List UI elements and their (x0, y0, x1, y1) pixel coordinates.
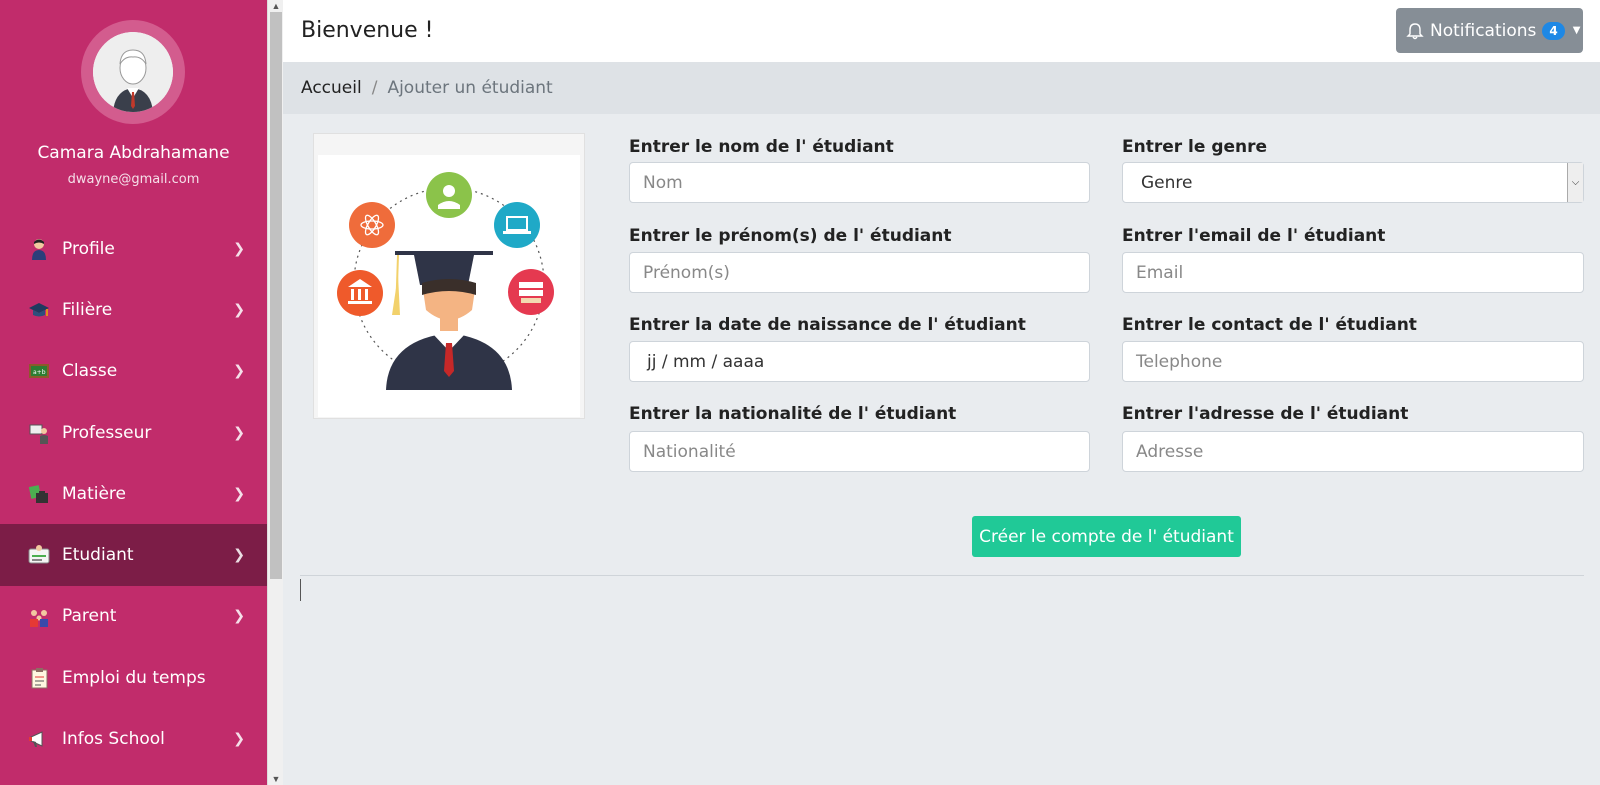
sidebar-item-emploi-du-temps[interactable]: Emploi du temps (0, 647, 267, 708)
adresse-input[interactable]: Adresse (1122, 431, 1584, 472)
sidebar-item-label: Professeur (62, 422, 152, 443)
breadcrumb: Accueil / Ajouter un étudiant (283, 62, 1600, 114)
graduation-cap-icon (28, 299, 50, 321)
divider (300, 575, 1584, 576)
sidebar-item-label: Profile (62, 238, 115, 259)
sidebar-item-infos-school[interactable]: Infos School ❯ (0, 708, 267, 769)
notifications-button[interactable]: Notifications 4 ▼ (1396, 8, 1583, 53)
genre-select-value: Genre (1141, 172, 1193, 193)
avatar[interactable] (93, 32, 173, 112)
sidebar-menu: Profile ❯ Filière ❯ a+b Classe ❯ Profess… (0, 218, 267, 770)
chevron-right-icon: ❯ (233, 301, 245, 318)
chevron-right-icon: ❯ (233, 608, 245, 625)
user-avatar-icon (93, 32, 173, 112)
chevron-right-icon: ❯ (233, 363, 245, 380)
breadcrumb-home[interactable]: Accueil (301, 78, 362, 98)
id-card-icon (28, 544, 50, 566)
sidebar-item-etudiant[interactable]: Etudiant ❯ (0, 524, 267, 586)
sidebar-item-label: Etudiant (62, 545, 134, 566)
person-icon (28, 238, 50, 260)
sidebar-item-label: Parent (62, 606, 117, 627)
sidebar-item-matiere[interactable]: Matière ❯ (0, 463, 267, 524)
student-illustration-frame (313, 133, 585, 419)
scroll-up-icon[interactable]: ▲ (268, 0, 284, 12)
svg-text:a+b: a+b (33, 369, 46, 376)
schedule-icon (28, 667, 50, 689)
sidebar-scrollbar[interactable]: ▲ ▼ (267, 0, 283, 785)
megaphone-icon (28, 728, 50, 750)
teacher-icon (28, 422, 50, 444)
scroll-down-icon[interactable]: ▼ (268, 773, 284, 785)
chevron-right-icon: ❯ (233, 547, 245, 564)
sidebar: Camara Abdrahamane dwayne@gmail.com Prof… (0, 0, 267, 785)
sidebar-item-label: Matière (62, 483, 127, 504)
chevron-right-icon: ❯ (233, 424, 245, 441)
page-title: Bienvenue ! (301, 18, 434, 43)
prenom-input[interactable]: Prénom(s) (629, 252, 1090, 293)
nom-input[interactable]: Nom (629, 162, 1090, 203)
sidebar-item-classe[interactable]: a+b Classe ❯ (0, 341, 267, 402)
chevron-right-icon: ❯ (233, 485, 245, 502)
nom-label: Entrer le nom de l' étudiant (629, 137, 894, 157)
date-naissance-label: Entrer la date de naissance de l' étudia… (629, 315, 1026, 335)
notifications-label: Notifications (1430, 20, 1537, 41)
email-label: Entrer l'email de l' étudiant (1122, 226, 1386, 246)
caret-down-icon: ▼ (1572, 25, 1581, 36)
contact-label: Entrer le contact de l' étudiant (1122, 315, 1417, 335)
date-naissance-input[interactable]: jj / mm / aaaa (629, 341, 1090, 382)
user-name: Camara Abdrahamane (37, 143, 230, 163)
breadcrumb-current: Ajouter un étudiant (387, 78, 553, 98)
sidebar-item-parent[interactable]: Parent ❯ (0, 586, 267, 647)
sidebar-item-professeur[interactable]: Professeur ❯ (0, 402, 267, 463)
nationalite-label: Entrer la nationalité de l' étudiant (629, 404, 957, 424)
sidebar-item-profile[interactable]: Profile ❯ (0, 218, 267, 279)
chevron-down-icon[interactable]: ⌵ (1567, 163, 1583, 202)
top-bar: Bienvenue ! Notifications 4 ▼ (283, 0, 1600, 62)
notifications-count-badge: 4 (1542, 21, 1565, 40)
genre-label: Entrer le genre (1122, 137, 1268, 157)
family-icon (28, 605, 50, 628)
sidebar-item-label: Infos School (62, 729, 165, 750)
sidebar-item-label: Classe (62, 361, 118, 382)
sidebar-item-label: Filière (62, 299, 113, 320)
sidebar-item-filiere[interactable]: Filière ❯ (0, 279, 267, 340)
chevron-right-icon: ❯ (233, 240, 245, 257)
contact-input[interactable]: Telephone (1122, 341, 1584, 382)
text-cursor (300, 579, 301, 601)
avatar-ring (81, 20, 185, 124)
scrollbar-thumb[interactable] (270, 12, 282, 579)
prenom-label: Entrer le prénom(s) de l' étudiant (629, 226, 952, 246)
sidebar-item-label: Emploi du temps (62, 667, 206, 688)
user-email: dwayne@gmail.com (67, 172, 200, 187)
chevron-right-icon: ❯ (233, 731, 245, 748)
graduate-illustration (318, 155, 580, 417)
bell-icon (1406, 22, 1424, 39)
genre-select[interactable]: Genre ⌵ (1122, 162, 1584, 203)
graduate-icon (337, 172, 554, 390)
blackboard-icon: a+b (28, 360, 50, 382)
books-icon (28, 483, 50, 505)
create-account-button[interactable]: Créer le compte de l' étudiant (972, 516, 1241, 557)
nationalite-input[interactable]: Nationalité (629, 431, 1090, 472)
breadcrumb-separator: / (371, 78, 378, 98)
adresse-label: Entrer l'adresse de l' étudiant (1122, 404, 1409, 424)
email-input[interactable]: Email (1122, 252, 1584, 293)
